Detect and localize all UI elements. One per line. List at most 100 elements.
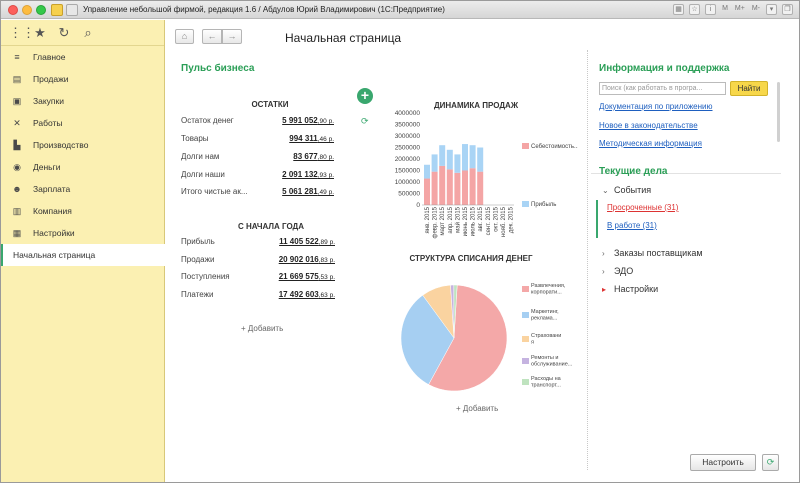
x-tick-label: сент. 2015 [486, 206, 492, 235]
bar-profit [431, 154, 438, 172]
legend-label: Себестоимость... [531, 144, 578, 150]
memory-minus-button[interactable]: M- [751, 4, 761, 15]
methodical-link[interactable]: Методическая информация [599, 139, 702, 148]
refresh-page-button[interactable]: ⟳ [762, 454, 779, 471]
legend-swatch [522, 143, 529, 149]
balance-amount: 994 311 [289, 134, 318, 143]
tasks-supplier-orders[interactable]: › Заказы поставщикам [602, 248, 703, 258]
tasks-events-group[interactable]: ⌄ События [602, 185, 651, 195]
sidebar: ⋮⋮ ★ ↻ ⌕ ≡ Главное ▤ Продажи ▣ Закупки ✕ Раб… [1, 20, 165, 482]
title-tools: ▦ ☆ i M M+ M- ▾ ❐ [673, 4, 793, 15]
sidebar-item-main[interactable]: ≡ Главное [1, 46, 164, 68]
star-icon[interactable]: ☆ [689, 4, 701, 15]
setup-button[interactable]: Настроить [690, 454, 756, 471]
app-window: Управление небольшой фирмой, редакция 1.… [0, 0, 800, 483]
sidebar-item-label: Закупки [33, 96, 64, 106]
sidebar-item-home-page[interactable]: Начальная страница [1, 244, 165, 266]
legend-label: Прибыль [531, 202, 556, 208]
balance-unit: ,49 р. [317, 189, 334, 196]
minimize-window-button[interactable] [22, 5, 32, 15]
year-value[interactable]: 11 405 522,89 р. [260, 237, 335, 246]
favorites-star-icon[interactable]: ★ [33, 25, 47, 41]
legend-label: реклама... [531, 316, 558, 322]
forward-button[interactable]: → [222, 29, 242, 44]
app-menu-icon[interactable] [66, 4, 78, 16]
year-value[interactable]: 20 902 016,83 р. [260, 255, 335, 264]
tasks-settings[interactable]: ▸ Настройки [602, 284, 658, 294]
maximize-window-button[interactable] [36, 5, 46, 15]
close-window-button[interactable] [8, 5, 18, 15]
year-value[interactable]: 17 492 603,63 р. [260, 290, 335, 299]
refresh-icon[interactable]: ⟳ [361, 116, 369, 127]
search-icon[interactable]: ⌕ [81, 25, 95, 41]
y-tick-label: 2000000 [395, 156, 421, 163]
x-tick-label: февр. 2015 [433, 206, 439, 238]
balance-value[interactable]: 83 677,80 р. [266, 152, 334, 161]
legend-label: корпорати... [531, 290, 562, 296]
sidebar-item-settings[interactable]: ▦ Настройки [1, 222, 164, 244]
sidebar-item-label: Деньги [33, 162, 61, 172]
chevron-down-icon[interactable]: ▾ [766, 4, 777, 15]
balance-amount: 5 061 281 [282, 187, 318, 196]
grid-icon[interactable]: ▦ [673, 4, 685, 15]
add-widget-right-link[interactable]: + Добавить [456, 404, 498, 413]
page-title: Начальная страница [285, 31, 402, 45]
add-widget-left-link[interactable]: + Добавить [241, 324, 283, 333]
balance-value[interactable]: 5 991 052,90 р. [266, 116, 334, 125]
sidebar-item-label: Начальная страница [13, 250, 96, 260]
docs-link[interactable]: Документация по приложению [599, 102, 713, 111]
sidebar-item-label: Зарплата [33, 184, 71, 194]
bar-profit [446, 149, 453, 170]
info-icon[interactable]: i [705, 4, 717, 15]
balance-label: Долги наши [181, 170, 225, 179]
apps-grid-icon[interactable]: ⋮⋮ [9, 25, 35, 41]
bar-profit [439, 145, 446, 166]
bar-cost [439, 165, 446, 205]
in-progress-link[interactable]: В работе (31) [607, 221, 657, 230]
memory-button[interactable]: M [721, 4, 729, 15]
year-amount: 17 492 603 [278, 290, 319, 299]
sidebar-item-works[interactable]: ✕ Работы [1, 112, 164, 134]
support-scrollbar[interactable] [777, 82, 780, 142]
x-tick-label: март 2015 [440, 206, 446, 235]
add-widget-button[interactable]: + [357, 88, 373, 104]
tools-icon: ✕ [13, 117, 21, 128]
year-label: Платежи [181, 290, 214, 299]
help-search-input[interactable]: Поиск (как работать в програ... [599, 82, 726, 95]
tree-item-label: Заказы поставщикам [614, 248, 703, 258]
sidebar-item-production[interactable]: ▙ Производство [1, 134, 164, 156]
bar-cost [431, 171, 438, 205]
chevron-down-icon: ⌄ [602, 186, 609, 195]
sidebar-item-purchases[interactable]: ▣ Закупки [1, 90, 164, 112]
balance-label: Остаток денег [181, 116, 234, 125]
legislation-link[interactable]: Новое в законодательстве [599, 121, 698, 130]
legend-swatch [522, 379, 529, 385]
tasks-edo[interactable]: › ЭДО [602, 266, 633, 276]
restore-icon[interactable]: ❐ [782, 4, 793, 15]
bar-cost [469, 168, 476, 205]
overdue-link[interactable]: Просроченные (31) [607, 203, 678, 212]
sidebar-item-sales[interactable]: ▤ Продажи [1, 68, 164, 90]
find-button[interactable]: Найти [730, 81, 768, 96]
tree-item-label: Настройки [614, 284, 659, 294]
year-unit: ,53 р. [318, 274, 335, 281]
balance-label: Итого чистые ак... [181, 187, 248, 196]
legend-swatch [522, 201, 529, 207]
legend-label: Расходы на [531, 376, 562, 382]
memory-plus-button[interactable]: M+ [734, 4, 746, 15]
year-value[interactable]: 21 669 575,53 р. [260, 272, 335, 281]
balance-value[interactable]: 2 091 132,93 р. [266, 170, 334, 179]
bar-cost [462, 170, 468, 205]
balance-value[interactable]: 5 061 281,49 р. [266, 187, 334, 196]
history-icon[interactable]: ↻ [57, 25, 71, 41]
settings-icon: ▦ [12, 227, 22, 238]
people-icon: ☻ [12, 184, 22, 194]
back-button[interactable]: ← [202, 29, 222, 44]
balance-value[interactable]: 994 311,46 р. [266, 134, 334, 143]
sidebar-item-money[interactable]: ◉ Деньги [1, 156, 164, 178]
sidebar-item-salary[interactable]: ☻ Зарплата [1, 178, 164, 200]
sidebar-item-company[interactable]: ▥ Компания [1, 200, 164, 222]
tasks-title: Текущие дела [599, 166, 668, 177]
legend: Развлечения,корпорати... Маркетинг,реклам… [522, 283, 573, 389]
home-button[interactable]: ⌂ [175, 29, 194, 44]
